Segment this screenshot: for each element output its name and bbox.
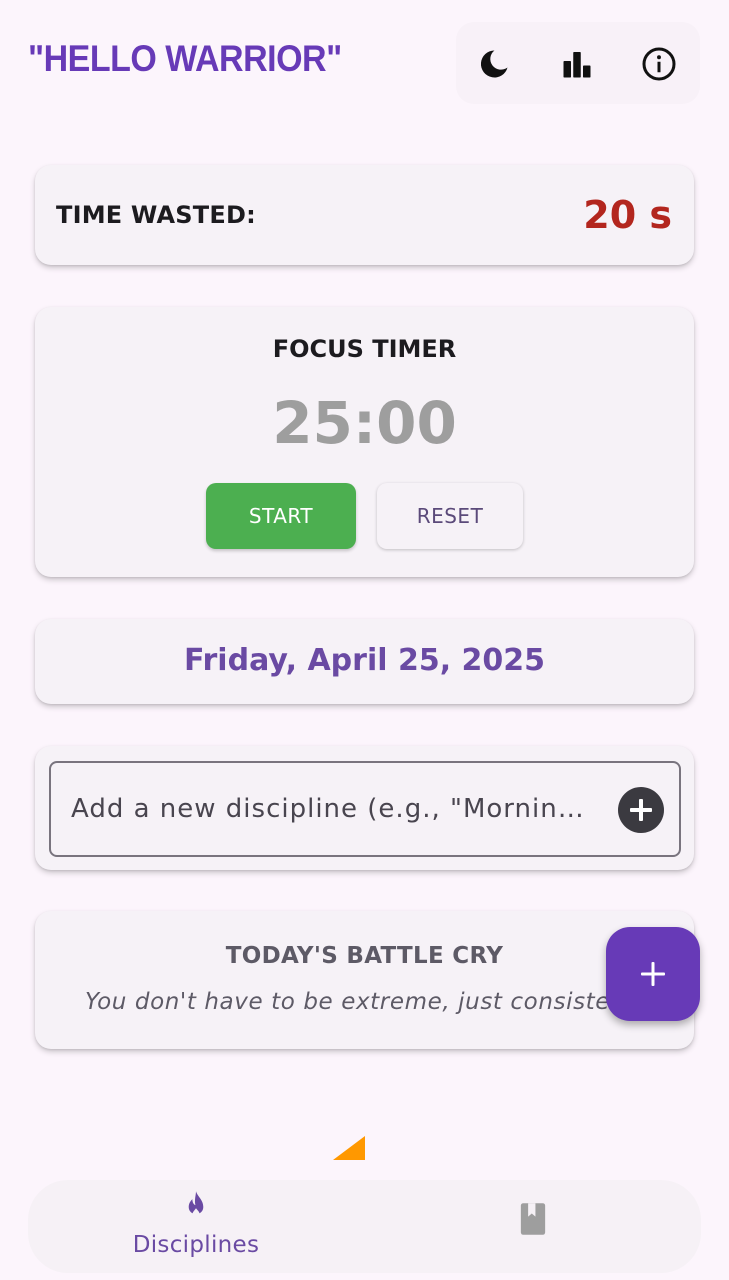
- date-card: Friday, April 25, 2025: [35, 619, 694, 704]
- add-discipline-card: [35, 746, 694, 870]
- start-button[interactable]: START: [206, 483, 356, 549]
- bar-chart-icon: [563, 52, 591, 78]
- add-discipline-button[interactable]: [617, 786, 665, 834]
- info-button[interactable]: [639, 44, 679, 84]
- bottom-navigation: Disciplines: [28, 1180, 701, 1273]
- plus-icon: [641, 962, 665, 986]
- add-discipline-field[interactable]: [49, 761, 681, 857]
- add-circle-icon: [618, 787, 664, 833]
- dark-mode-button[interactable]: [474, 44, 514, 84]
- time-wasted-card: TIME WASTED: 20 s: [35, 165, 694, 265]
- battle-cry-card: TODAY'S BATTLE CRY You don't have to be …: [35, 911, 694, 1049]
- date-text: Friday, April 25, 2025: [183, 643, 546, 678]
- focus-timer-card: FOCUS TIMER 25:00 START RESET: [35, 307, 694, 577]
- time-wasted-value: 20 s: [583, 193, 672, 237]
- fire-icon: [188, 1191, 204, 1218]
- header-actions: [456, 22, 700, 104]
- nav-label-disciplines: Disciplines: [132, 1232, 260, 1258]
- add-discipline-input[interactable]: [71, 789, 591, 829]
- battle-cry-title: TODAY'S BATTLE CRY: [225, 943, 504, 969]
- battle-cry-quote: You don't have to be extreme, just consi…: [85, 989, 643, 1015]
- book-icon: [520, 1203, 546, 1235]
- stats-button[interactable]: [557, 44, 597, 84]
- nav-item-disciplines[interactable]: Disciplines: [110, 1180, 282, 1273]
- focus-timer-time: 25:00: [272, 389, 457, 457]
- app-title: "HELLO WARRIOR": [28, 38, 342, 80]
- nav-item-journal[interactable]: [480, 1180, 584, 1273]
- info-icon: [642, 47, 676, 81]
- add-fab-button[interactable]: [606, 927, 700, 1021]
- moon-icon: [480, 50, 508, 78]
- orange-triangle-marker: [333, 1136, 365, 1160]
- focus-timer-title: FOCUS TIMER: [272, 335, 457, 363]
- time-wasted-label: TIME WASTED:: [56, 201, 256, 229]
- reset-button[interactable]: RESET: [377, 483, 523, 549]
